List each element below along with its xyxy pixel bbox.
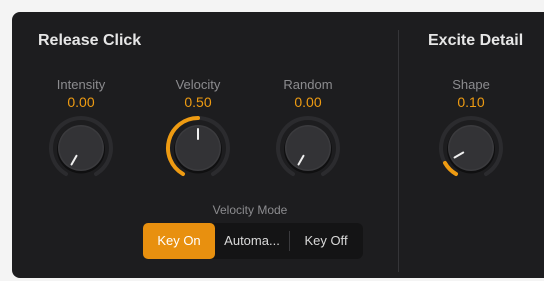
knob-face [449,126,493,170]
random-knob[interactable] [274,114,342,182]
knob-face [286,126,330,170]
release-click-title: Release Click [38,32,142,49]
velocity-value: 0.50 [184,94,212,110]
velocity-knob[interactable] [164,114,232,182]
automatic-button[interactable]: Automa... [215,223,289,259]
knob-face [59,126,103,170]
excite-detail-title: Excite Detail [428,32,524,49]
random-label: Random [283,77,333,92]
random-value: 0.00 [294,94,322,110]
shape-label: Shape [452,77,490,92]
intensity-value: 0.00 [67,94,95,110]
velocity-mode-selector: Key On Automa... Key Off [143,223,363,259]
shape-value: 0.10 [457,94,485,110]
key-off-button[interactable]: Key Off [290,223,362,259]
intensity-label: Intensity [56,77,106,92]
shape-knob[interactable] [437,114,505,182]
intensity-knob[interactable] [47,114,115,182]
velocity-mode-label: Velocity Mode [212,203,288,217]
velocity-label: Velocity [175,77,221,92]
section-divider [398,30,399,272]
key-on-button[interactable]: Key On [143,223,215,259]
